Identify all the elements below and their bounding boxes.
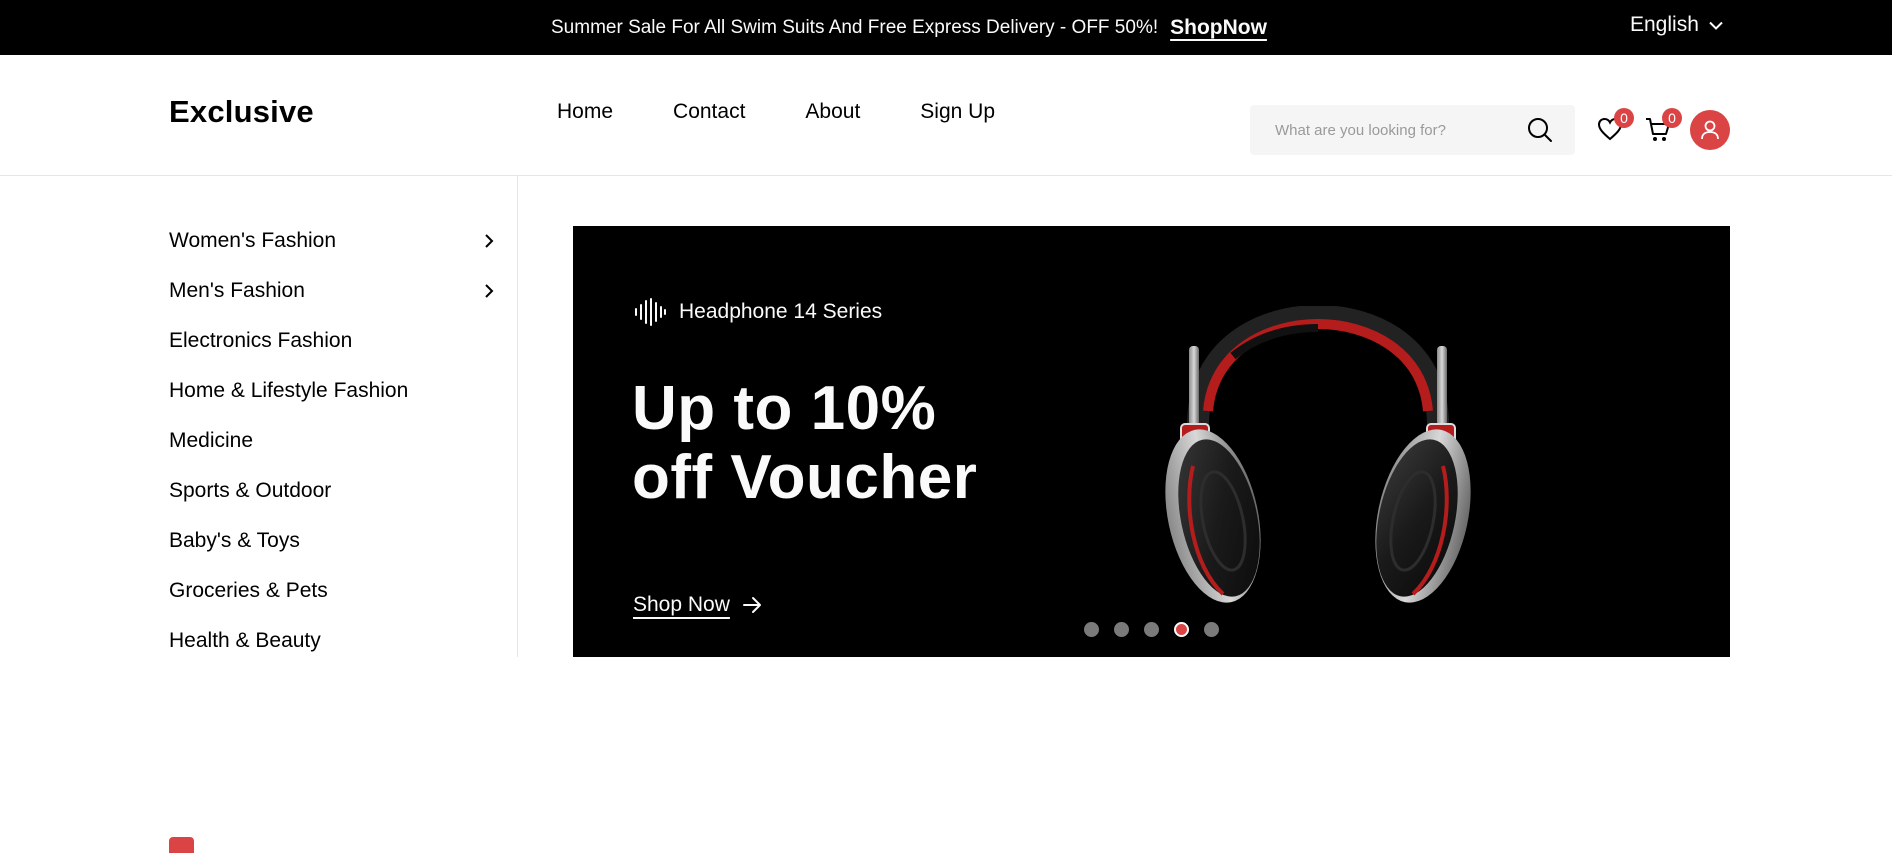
category-label: Groceries & Pets [169,579,328,602]
category-medicine[interactable]: Medicine [169,426,494,456]
promo-shop-now-link[interactable]: ShopNow [1170,16,1267,40]
user-icon [1701,120,1719,140]
category-label: Health & Beauty [169,629,321,652]
carousel-dot-5[interactable] [1204,622,1219,637]
cart-button[interactable]: 0 [1645,108,1682,148]
promo-message: Summer Sale For All Swim Suits And Free … [551,0,1267,55]
account-button[interactable] [1690,110,1730,150]
category-sports-outdoor[interactable]: Sports & Outdoor [169,476,494,506]
headphones-image [1165,306,1471,603]
carousel-dot-1[interactable] [1084,622,1099,637]
category-mens-fashion[interactable]: Men's Fashion [169,276,494,306]
carousel-dot-3[interactable] [1144,622,1159,637]
hero-cta-label: Shop Now [633,593,730,616]
hero-series-label: Headphone 14 Series [679,300,883,323]
promo-text: Summer Sale For All Swim Suits And Free … [551,16,1159,38]
search-input[interactable] [1275,121,1527,139]
sound-wave-icon [635,298,666,326]
wishlist-button[interactable]: 0 [1597,108,1634,146]
carousel-dot-2[interactable] [1114,622,1129,637]
carousel-dots [1084,622,1234,637]
hero-headline: Up to 10% off Voucher [632,374,977,512]
category-home-lifestyle[interactable]: Home & Lifestyle Fashion [169,376,494,406]
category-sidebar: Women's Fashion Men's Fashion Electronic… [0,176,518,657]
hero-banner: Headphone 14 Series Up to 10% off Vouche… [573,226,1730,657]
chevron-down-icon [1709,21,1723,30]
arrow-right-icon [742,597,761,613]
nav-contact[interactable]: Contact [673,100,745,124]
category-label: Women's Fashion [169,229,337,252]
wishlist-count-badge: 0 [1614,108,1634,128]
chevron-right-icon [485,284,494,298]
site-logo[interactable]: Exclusive [169,94,314,130]
nav-sign-up[interactable]: Sign Up [920,100,995,124]
category-label: Sports & Outdoor [169,479,332,502]
search-icon[interactable] [1527,117,1553,143]
main-nav: Home Contact About Sign Up [557,100,1055,124]
category-health-beauty[interactable]: Health & Beauty [169,626,494,656]
category-babys-toys[interactable]: Baby's & Toys [169,526,494,556]
nav-about[interactable]: About [805,100,860,124]
language-label: English [1630,13,1699,36]
category-label: Baby's & Toys [169,529,300,552]
top-promo-bar: Summer Sale For All Swim Suits And Free … [0,0,1892,55]
hero-shop-now-link[interactable]: Shop Now [633,593,762,617]
category-label: Men's Fashion [169,279,305,302]
category-womens-fashion[interactable]: Women's Fashion [169,226,494,256]
language-selector[interactable]: English [1630,0,1723,50]
category-electronics[interactable]: Electronics Fashion [169,326,494,356]
search-box [1250,105,1575,155]
category-label: Home & Lifestyle Fashion [169,379,409,402]
hero-series: Headphone 14 Series [633,298,882,326]
category-label: Electronics Fashion [169,329,353,352]
category-groceries-pets[interactable]: Groceries & Pets [169,576,494,606]
nav-home[interactable]: Home [557,100,613,124]
cart-count-badge: 0 [1662,108,1682,128]
section-marker [169,837,194,853]
hero-headline-line1: Up to 10% [632,374,937,443]
site-header: Exclusive Home Contact About Sign Up 0 0 [0,55,1892,176]
category-label: Medicine [169,429,254,452]
chevron-right-icon [485,234,494,248]
carousel-dot-4[interactable] [1174,622,1189,637]
hero-headline-line2: off Voucher [632,443,978,512]
